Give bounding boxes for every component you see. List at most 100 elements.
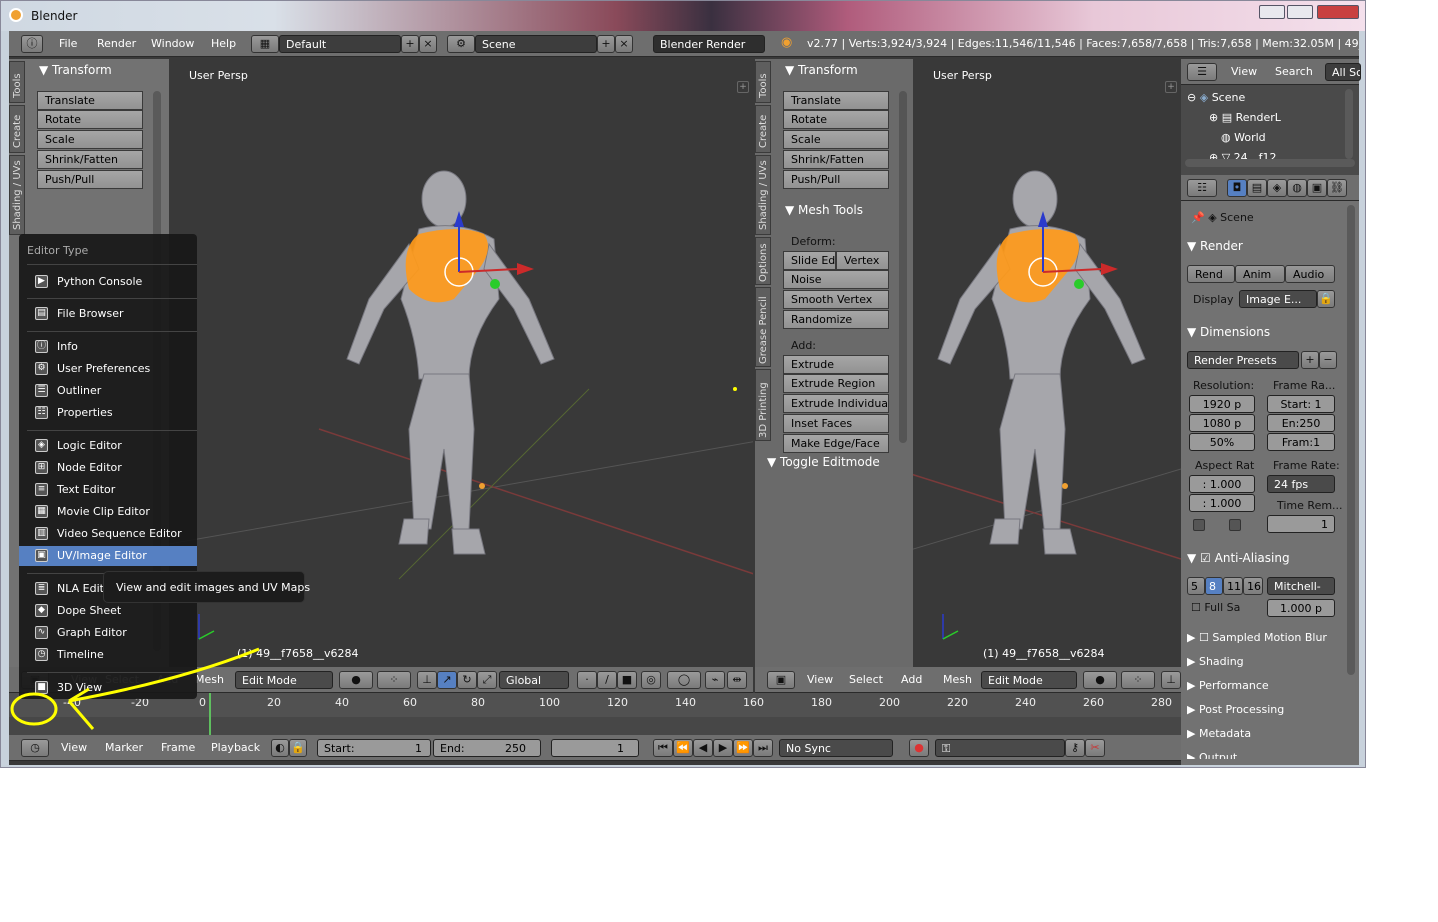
snap-icon[interactable]: ⌁ <box>705 671 725 689</box>
render-button[interactable]: Rend <box>1187 265 1235 283</box>
outliner-menu-view[interactable]: View <box>1231 65 1257 78</box>
jump-keyframe-forward-icon[interactable]: ⏩ <box>733 739 753 757</box>
menu-view-right[interactable]: View <box>807 673 833 686</box>
render-engine-select[interactable]: Blender Render <box>653 35 765 53</box>
editor-type-item-properties[interactable]: ☷ Properties <box>19 403 197 423</box>
scene-context-icon[interactable]: ◈ <box>1267 179 1287 197</box>
properties-scrollbar[interactable] <box>1347 205 1355 675</box>
render-layers-context-icon[interactable]: ▤ <box>1247 179 1267 197</box>
outliner-item-scene[interactable]: ⊖ ◈ Scene <box>1187 91 1245 104</box>
anti-aliasing-panel-title[interactable]: ▼ ☑ Anti-Aliasing <box>1187 551 1290 565</box>
editor-type-item-dope-sheet[interactable]: ◆ Dope Sheet <box>19 601 197 621</box>
frame-step-field[interactable]: Fram:1 <box>1267 433 1335 451</box>
layout-remove-button[interactable]: × <box>419 35 437 53</box>
motion-blur-panel-title[interactable]: ▶ ☐ Sampled Motion Blur <box>1187 631 1327 644</box>
scene-add-button[interactable]: + <box>597 35 615 53</box>
tab-options-right[interactable]: Options <box>755 237 771 285</box>
pivot-point-button[interactable]: ⁘ <box>377 671 411 689</box>
current-frame-field[interactable]: 1 <box>551 739 639 757</box>
make-edge-face-button[interactable]: Make Edge/Face <box>783 434 889 453</box>
render-context-icon[interactable]: ◘ <box>1227 179 1247 197</box>
properties-toggle-icon[interactable]: + <box>737 81 749 93</box>
properties-editor-type-icon[interactable]: ☷ <box>1187 179 1217 197</box>
editor-type-item-file-browser[interactable]: ▤ File Browser <box>19 304 197 324</box>
translate-button[interactable]: Translate <box>37 91 143 110</box>
menu-help[interactable]: Help <box>211 37 236 50</box>
tab-tools-right[interactable]: Tools <box>755 61 771 103</box>
performance-panel-title[interactable]: ▶ Performance <box>1187 679 1269 692</box>
toggle-editmode-section-title[interactable]: ▼ Toggle Editmode <box>767 455 880 469</box>
record-icon[interactable]: ● <box>909 739 929 757</box>
smooth-vertex-button[interactable]: Smooth Vertex <box>783 290 889 309</box>
editor-type-info-icon[interactable]: ⓘ <box>21 35 43 53</box>
snap-target-icon[interactable]: ⇹ <box>727 671 747 689</box>
jump-keyframe-back-icon[interactable]: ⏪ <box>673 739 693 757</box>
aa-samples-5[interactable]: 5 <box>1187 577 1205 595</box>
tab-shading-uvs-right[interactable]: Shading / UVs <box>755 155 771 235</box>
tab-create-right[interactable]: Create <box>755 105 771 153</box>
mesh-tools-section-title[interactable]: ▼ Mesh Tools <box>785 203 863 217</box>
preset-add-button[interactable]: + <box>1301 351 1319 369</box>
object-context-icon[interactable]: ▣ <box>1307 179 1327 197</box>
tab-shading-uvs[interactable]: Shading / UVs <box>9 155 25 235</box>
display-select[interactable]: Image E... <box>1239 290 1317 308</box>
aa-samples-11[interactable]: 11 <box>1223 577 1243 595</box>
animation-button[interactable]: Anim <box>1235 265 1285 283</box>
extrude-region-button[interactable]: Extrude Region <box>783 374 889 393</box>
post-processing-panel-title[interactable]: ▶ Post Processing <box>1187 703 1284 716</box>
insert-keyframe-icon[interactable]: ⚷ <box>1065 739 1085 757</box>
translate-manipulator-icon[interactable]: ↗ <box>437 671 457 689</box>
play-reverse-icon[interactable]: ◀ <box>693 739 713 757</box>
scale-manipulator-icon[interactable]: ⤢ <box>477 671 497 689</box>
editor-type-item-info[interactable]: ⓘ Info <box>19 337 197 357</box>
tab-create[interactable]: Create <box>9 105 25 153</box>
outliner-vscrollbar[interactable] <box>1345 89 1353 159</box>
resolution-percent-field[interactable]: 50% <box>1189 433 1255 451</box>
metadata-panel-title[interactable]: ▶ Metadata <box>1187 727 1251 740</box>
shelf-scrollbar-right[interactable] <box>899 91 907 443</box>
properties-toggle-icon-right[interactable]: + <box>1165 81 1177 93</box>
render-panel-title[interactable]: ▼ Render <box>1187 239 1243 253</box>
proportional-edit-icon[interactable]: ◯ <box>667 671 701 689</box>
editor-type-item-logic-editor[interactable]: ◈ Logic Editor <box>19 436 197 456</box>
mode-select-right[interactable]: Edit Mode <box>981 671 1077 689</box>
occlude-geometry-icon[interactable]: ◎ <box>641 671 661 689</box>
resolution-y-field[interactable]: 1080 p <box>1189 414 1255 432</box>
aa-samples-16[interactable]: 16 <box>1243 577 1263 595</box>
filter-size-field[interactable]: 1.000 p <box>1267 599 1335 617</box>
menu-render[interactable]: Render <box>97 37 136 50</box>
crop-checkbox[interactable] <box>1229 519 1241 531</box>
start-frame-field[interactable]: Start: 1 <box>317 739 431 757</box>
noise-button[interactable]: Noise <box>783 270 889 289</box>
scene-field[interactable]: Scene <box>475 35 597 53</box>
keying-set-field[interactable]: ⚿ <box>935 739 1065 757</box>
editor-type-item-python-console[interactable]: ▶ Python Console <box>19 272 197 292</box>
outliner-item-object[interactable]: ⊕ ▽ 24__f12 <box>1209 151 1277 159</box>
vertex-slide-button[interactable]: Vertex <box>836 251 889 270</box>
scene-remove-button[interactable]: × <box>615 35 633 53</box>
edge-select-icon[interactable]: / <box>597 671 617 689</box>
border-checkbox[interactable] <box>1193 519 1205 531</box>
slide-edge-button[interactable]: Slide Ed <box>783 251 836 270</box>
audio-button[interactable]: Audio <box>1285 265 1335 283</box>
editor-type-item-video-sequence-editor[interactable]: ▥ Video Sequence Editor <box>19 524 197 544</box>
maximize-button[interactable] <box>1287 5 1313 19</box>
layout-icon[interactable]: ▦ <box>251 35 279 53</box>
tab-3d-printing-right[interactable]: 3D Printing <box>755 369 771 441</box>
shrink-fatten-button-right[interactable]: Shrink/Fatten <box>783 150 889 169</box>
outliner-item-world[interactable]: ◍ World <box>1221 131 1266 144</box>
manipulator-toggle-icon-right[interactable]: ⊥ <box>1161 671 1181 689</box>
close-button[interactable] <box>1317 5 1359 19</box>
extrude-button[interactable]: Extrude <box>783 355 889 374</box>
menu-window[interactable]: Window <box>151 37 194 50</box>
face-select-icon[interactable]: ■ <box>617 671 637 689</box>
menu-select-right[interactable]: Select <box>849 673 883 686</box>
aa-samples-8[interactable]: 8 <box>1205 577 1223 595</box>
scene-icon[interactable]: ⚙ <box>447 35 475 53</box>
editor-type-item-uv-image-editor[interactable]: ▣ UV/Image Editor <box>19 546 197 566</box>
rotate-button[interactable]: Rotate <box>37 110 143 129</box>
lock-interface-icon[interactable]: 🔒 <box>1317 290 1335 308</box>
delete-keyframe-icon[interactable]: ✂ <box>1085 739 1105 757</box>
time-remap-field[interactable]: 1 <box>1267 515 1335 533</box>
dimensions-panel-title[interactable]: ▼ Dimensions <box>1187 325 1270 339</box>
